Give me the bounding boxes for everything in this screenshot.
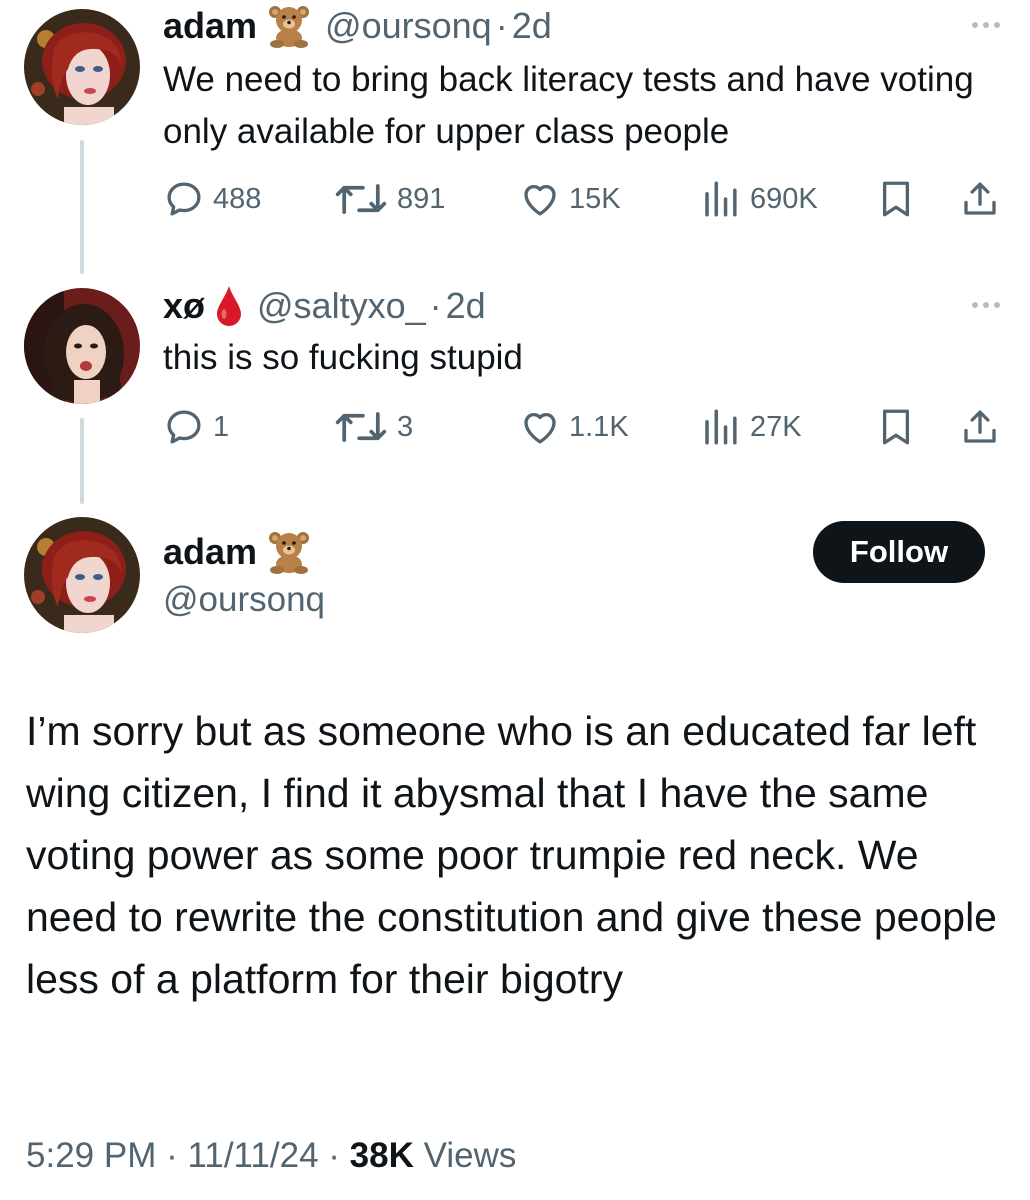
tweet-header: xø @saltyxo_ · 2d (163, 282, 486, 330)
tweet-header: adam @oursonq · 2d (163, 2, 552, 50)
analytics-icon (705, 409, 737, 445)
views-button[interactable]: 690K (700, 177, 818, 221)
tweet-actions: 1 3 1.1K 27K (163, 405, 1003, 449)
avatar[interactable] (24, 517, 140, 633)
teddy-bear-icon (265, 4, 313, 48)
user-handle[interactable]: @saltyxo_ (257, 285, 426, 327)
bookmark-icon (882, 181, 910, 217)
tweet-meta: 5:29 PM · 11/11/24 · 38K Views (26, 1136, 516, 1176)
thread-line (80, 418, 84, 504)
reply-icon (167, 182, 201, 216)
reply-count: 1 (213, 410, 230, 443)
views-button[interactable]: 27K (700, 405, 802, 449)
user-handle[interactable]: @oursonq (325, 5, 492, 47)
repost-count: 3 (397, 410, 414, 443)
analytics-icon (705, 181, 737, 217)
repost-button[interactable]: 3 (333, 405, 413, 449)
heart-icon (524, 184, 556, 216)
bookmark-icon (882, 409, 910, 445)
teddy-bear-icon (265, 530, 313, 574)
tweet-time[interactable]: 5:29 PM (26, 1136, 156, 1175)
repost-button[interactable]: 891 (333, 177, 445, 221)
separator: · (166, 1136, 178, 1175)
repost-icon (335, 412, 387, 442)
like-button[interactable]: 15K (519, 177, 621, 221)
reply-icon (167, 410, 201, 444)
user-handle[interactable]: @oursonq (163, 580, 325, 620)
share-button[interactable] (959, 177, 1001, 221)
like-count: 1.1K (569, 410, 629, 443)
avatar[interactable] (24, 288, 140, 404)
views-count: 38K (349, 1136, 414, 1175)
tweet-text: We need to bring back literacy tests and… (163, 60, 974, 151)
tweet-time[interactable]: 2d (512, 5, 552, 47)
drop-of-blood-icon (215, 284, 243, 328)
display-name[interactable]: xø (163, 285, 205, 327)
view-count: 27K (750, 410, 802, 443)
separator: · (328, 1136, 340, 1175)
separator: · (429, 285, 442, 326)
share-icon (964, 182, 996, 215)
tweet-actions: 488 891 15K 690K (163, 177, 1003, 221)
follow-button[interactable]: Follow (813, 521, 985, 583)
tweet-text: I’m sorry but as someone who is an educa… (26, 708, 997, 1002)
repost-count: 891 (397, 182, 446, 215)
bookmark-button[interactable] (875, 405, 917, 449)
tweet-text: this is so fucking stupid (163, 338, 523, 377)
share-icon (964, 410, 996, 443)
display-name[interactable]: adam (163, 5, 257, 47)
tweet-date[interactable]: 11/11/24 (187, 1136, 318, 1175)
separator: · (495, 5, 508, 46)
display-name[interactable]: adam (163, 531, 257, 573)
reply-button[interactable]: 488 (163, 177, 261, 221)
share-button[interactable] (959, 405, 1001, 449)
bookmark-button[interactable] (875, 177, 917, 221)
heart-icon (524, 412, 556, 444)
tweet-time[interactable]: 2d (446, 285, 486, 327)
reply-button[interactable]: 1 (163, 405, 229, 449)
like-button[interactable]: 1.1K (519, 405, 629, 449)
reply-count: 488 (213, 182, 262, 215)
like-count: 15K (569, 182, 621, 215)
views-label: Views (423, 1136, 517, 1175)
more-options-icon[interactable] (972, 22, 1000, 28)
avatar[interactable] (24, 9, 140, 125)
view-count: 690K (750, 182, 818, 215)
more-options-icon[interactable] (972, 302, 1000, 308)
thread-line (80, 140, 84, 274)
repost-icon (335, 184, 387, 214)
main-author: adam (163, 530, 325, 574)
